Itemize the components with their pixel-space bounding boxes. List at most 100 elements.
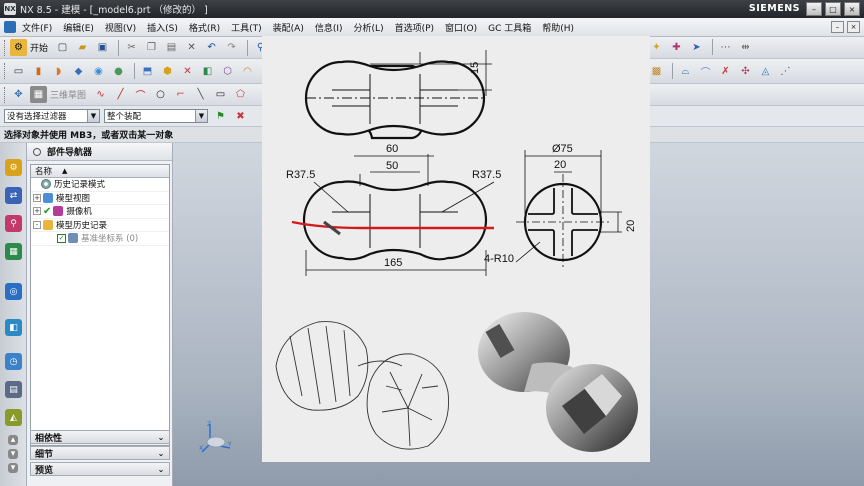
tree-item-datum-csys[interactable]: ✓ 基准坐标系 (0) xyxy=(31,232,169,246)
3d-sketch-label[interactable]: 三维草图 xyxy=(50,88,86,101)
surface-icon[interactable]: ⌓ xyxy=(677,63,694,80)
toolbar-grip[interactable] xyxy=(4,39,7,56)
tree-item-cameras[interactable]: + ✔ 摄像机 xyxy=(31,205,169,219)
copy-icon[interactable]: ❐ xyxy=(143,39,160,56)
reset-filter-icon[interactable]: ✖ xyxy=(232,108,249,125)
reuse-library-icon[interactable]: ▦ xyxy=(5,243,22,260)
palette-icon[interactable]: ▤ xyxy=(5,381,22,398)
sketch-icon[interactable]: ▭ xyxy=(10,63,27,80)
web-browser-icon[interactable]: ◎ xyxy=(5,283,22,300)
point-icon[interactable]: ✕ xyxy=(179,63,196,80)
scroll-up-icon[interactable]: ▴ xyxy=(8,435,18,445)
face-icon[interactable]: ◬ xyxy=(757,63,774,80)
more-icon[interactable]: ⋰ xyxy=(777,63,794,80)
doc-close-button[interactable]: × xyxy=(847,21,860,33)
app-menu-icon[interactable] xyxy=(4,21,16,33)
block-icon[interactable]: ◆ xyxy=(70,63,87,80)
paste-icon[interactable]: ▤ xyxy=(163,39,180,56)
revolve-icon[interactable]: ◗ xyxy=(50,63,67,80)
assembly-navigator-icon[interactable]: ⚙ xyxy=(5,159,22,176)
chevron-down-icon[interactable]: ⌄ xyxy=(156,464,166,474)
menu-analysis[interactable]: 分析(L) xyxy=(354,21,384,34)
filter-settings-icon[interactable]: ⚑ xyxy=(212,108,229,125)
expand-icon[interactable]: + xyxy=(33,193,41,202)
scroll-down-icon[interactable]: ▾ xyxy=(8,449,18,459)
new-file-icon[interactable]: ▢ xyxy=(54,39,71,56)
datum-plane-icon[interactable]: ⬒ xyxy=(139,63,156,80)
sew-icon[interactable]: ✣ xyxy=(737,63,754,80)
chevron-down-icon[interactable]: ▼ xyxy=(87,110,99,122)
line-icon[interactable]: ╱ xyxy=(112,86,129,103)
menu-tools[interactable]: 工具(T) xyxy=(231,21,262,34)
chevron-down-icon[interactable]: ⌄ xyxy=(156,448,166,458)
menu-gc-toolbox[interactable]: GC 工具箱 xyxy=(488,21,531,34)
history-icon[interactable]: ◧ xyxy=(5,319,22,336)
through-curves-icon[interactable]: ⌒ xyxy=(697,63,714,80)
collapse-icon[interactable]: - xyxy=(33,220,41,229)
column-header-name[interactable]: 名称 ▲ xyxy=(31,165,169,178)
save-icon[interactable]: ▣ xyxy=(94,39,111,56)
menu-edit[interactable]: 编辑(E) xyxy=(63,21,94,34)
boolean-icon[interactable]: ◧ xyxy=(199,63,216,80)
snap-icon[interactable]: ✦ xyxy=(648,39,665,56)
clock-icon[interactable]: ◷ xyxy=(5,353,22,370)
tree-item-model-history[interactable]: - 模型历史记录 xyxy=(31,219,169,232)
role-icon[interactable]: ◭ xyxy=(5,409,22,426)
panel-preview[interactable]: 预览 ⌄ xyxy=(30,462,170,476)
wcs-icon[interactable]: ✚ xyxy=(668,39,685,56)
menu-help[interactable]: 帮助(H) xyxy=(542,21,574,34)
delete-icon[interactable]: ✕ xyxy=(183,39,200,56)
grid-icon[interactable]: ⋯ xyxy=(717,39,734,56)
scope-dropdown[interactable]: 整个装配 ▼ xyxy=(104,109,208,123)
chevron-down-icon[interactable]: ▼ xyxy=(195,110,207,122)
redo-icon[interactable]: ↷ xyxy=(223,39,240,56)
unite-icon[interactable]: ⬢ xyxy=(159,63,176,80)
circle-icon[interactable]: ○ xyxy=(152,86,169,103)
toolbar-grip[interactable] xyxy=(4,86,7,103)
edge-blend-icon[interactable]: ◠ xyxy=(239,63,256,80)
tree-item-history-mode[interactable]: 历史记录模式 xyxy=(31,178,169,192)
menu-info[interactable]: 信息(I) xyxy=(315,21,343,34)
arc-icon[interactable]: ⌒ xyxy=(132,86,149,103)
cut-icon[interactable]: ✂ xyxy=(123,39,140,56)
cylinder-icon[interactable]: ◉ xyxy=(90,63,107,80)
orient-icon[interactable]: ➤ xyxy=(688,39,705,56)
pin-icon[interactable] xyxy=(33,147,41,156)
sphere-icon[interactable]: ● xyxy=(110,63,127,80)
menu-insert[interactable]: 插入(S) xyxy=(147,21,178,34)
chamfer-icon[interactable]: ╲ xyxy=(192,86,209,103)
menu-view[interactable]: 视图(V) xyxy=(105,21,136,34)
menu-format[interactable]: 格式(R) xyxy=(189,21,220,34)
part-navigator-icon[interactable]: ⚲ xyxy=(5,215,22,232)
undo-icon[interactable]: ↶ xyxy=(203,39,220,56)
rectangle-icon[interactable]: ▭ xyxy=(212,86,229,103)
open-folder-icon[interactable]: ▰ xyxy=(74,39,91,56)
trim-icon[interactable]: ▩ xyxy=(648,63,665,80)
profile-icon[interactable]: ∿ xyxy=(92,86,109,103)
menu-window[interactable]: 窗口(O) xyxy=(445,21,477,34)
measure-icon[interactable]: ⇹ xyxy=(737,39,754,56)
panel-details[interactable]: 细节 ⌄ xyxy=(30,446,170,460)
menu-assembly[interactable]: 装配(A) xyxy=(273,21,304,34)
toolbar-grip[interactable] xyxy=(4,63,7,79)
check-icon[interactable]: ✗ xyxy=(717,63,734,80)
menu-file[interactable]: 文件(F) xyxy=(22,21,52,34)
extrude-icon[interactable]: ▮ xyxy=(30,63,47,80)
close-button[interactable]: × xyxy=(844,2,860,16)
menu-preferences[interactable]: 首选项(P) xyxy=(395,21,434,34)
3d-sketch-icon[interactable]: ▦ xyxy=(30,86,47,103)
checkbox-icon[interactable]: ✓ xyxy=(57,233,66,243)
fillet-icon[interactable]: ⌐ xyxy=(172,86,189,103)
scroll-more-icon[interactable]: ▾ xyxy=(8,463,18,473)
pattern-icon[interactable]: ⬡ xyxy=(219,63,236,80)
tree-item-model-views[interactable]: + 模型视图 xyxy=(31,192,169,205)
start-button[interactable]: 开始 xyxy=(30,41,48,54)
expand-icon[interactable]: + xyxy=(33,207,41,216)
doc-minimize-button[interactable]: – xyxy=(831,21,844,33)
pan-icon[interactable]: ✥ xyxy=(10,86,27,103)
constraint-navigator-icon[interactable]: ⇄ xyxy=(5,187,22,204)
minimize-button[interactable]: – xyxy=(806,2,822,16)
type-filter-dropdown[interactable]: 没有选择过滤器 ▼ xyxy=(4,109,100,123)
polygon-icon[interactable]: ⬠ xyxy=(232,86,249,103)
panel-dependencies[interactable]: 相依性 ⌄ xyxy=(30,430,170,444)
